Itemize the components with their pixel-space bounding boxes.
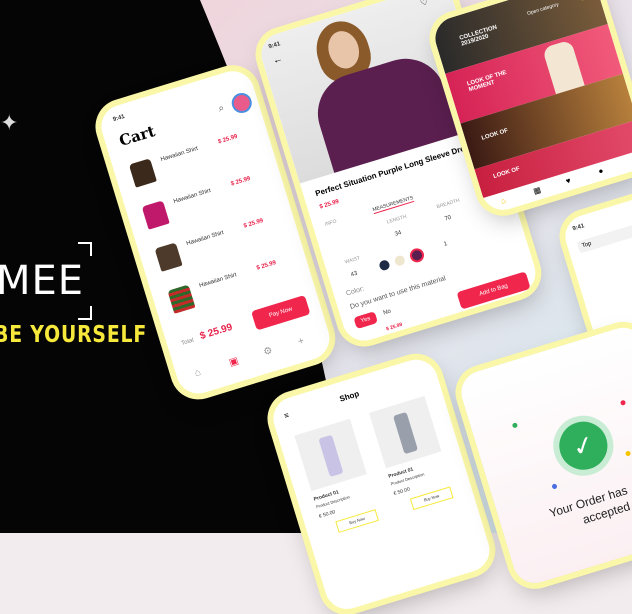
product-price: € 50.00 bbox=[392, 486, 411, 498]
user-icon[interactable]: ● bbox=[597, 166, 604, 176]
page-title: Cart bbox=[116, 122, 158, 150]
total-label: Total bbox=[180, 337, 195, 347]
product-price: $ 25.99 bbox=[318, 198, 340, 211]
page-title: Shop bbox=[338, 389, 361, 404]
bottle-image bbox=[294, 418, 367, 492]
color-swatch-cream[interactable] bbox=[393, 254, 407, 267]
grid-icon[interactable]: ▦ bbox=[532, 185, 542, 196]
heart-icon[interactable]: ♥ bbox=[565, 176, 572, 186]
material-question: Do you want to use this material bbox=[349, 275, 447, 311]
pay-now-button[interactable]: Pay Now bbox=[251, 295, 311, 331]
check-icon: ✓ bbox=[545, 408, 621, 484]
shirt-image bbox=[128, 158, 157, 188]
look-title: LOOK OF bbox=[480, 127, 509, 142]
total-price: $ 25.99 bbox=[198, 321, 234, 343]
menu-icon[interactable]: ≡ bbox=[283, 411, 290, 421]
shirt-image bbox=[141, 200, 170, 230]
look-title: LOOK OF THE MOMENT bbox=[466, 69, 508, 94]
measure-length-value: 34 bbox=[394, 230, 403, 238]
open-category-label[interactable]: Open category bbox=[526, 2, 559, 17]
brand-bracket-top bbox=[78, 242, 92, 256]
product-price: € 50.00 bbox=[318, 509, 337, 520]
bag-icon[interactable]: ▣ bbox=[228, 355, 240, 368]
measure-breadth-value: 70 bbox=[443, 214, 453, 223]
confetti-dot bbox=[511, 422, 519, 429]
brand-name: MEE bbox=[0, 258, 85, 304]
avatar[interactable] bbox=[229, 90, 255, 116]
brand-bracket-bottom bbox=[78, 306, 92, 320]
confetti-dot bbox=[551, 483, 558, 490]
item-price: $ 25.99 bbox=[230, 175, 252, 188]
item-price: $ 25.99 bbox=[217, 133, 239, 146]
collection-title: COLLECTION 2019/2020 bbox=[458, 24, 498, 48]
model-figure bbox=[542, 39, 585, 95]
item-price: $ 25.99 bbox=[243, 218, 265, 230]
confetti-dot bbox=[619, 399, 627, 406]
sparkle-icon: ✦ bbox=[0, 110, 19, 135]
chevron-right-icon[interactable] bbox=[577, 0, 588, 2]
search-icon[interactable]: ⌕ bbox=[217, 103, 226, 115]
confetti-dot bbox=[624, 450, 632, 457]
buy-now-button[interactable]: Buy Now bbox=[335, 509, 379, 533]
item-price: $ 25.99 bbox=[256, 260, 277, 272]
brand-tagline: BE YOURSELF bbox=[0, 322, 148, 348]
settings-icon[interactable]: ⚙ bbox=[262, 345, 274, 358]
buy-now-button[interactable]: Buy Now bbox=[409, 486, 454, 511]
tab-measurements[interactable]: MEASUREMENTS bbox=[372, 195, 415, 215]
status-time: 9:41 bbox=[112, 113, 126, 124]
tab-info[interactable]: INFO bbox=[324, 219, 337, 228]
no-button[interactable]: No bbox=[383, 309, 392, 317]
yes-button[interactable]: Yes bbox=[353, 311, 378, 330]
item-name: Hawaiian Shirt bbox=[198, 272, 238, 290]
home-icon[interactable]: ⌂ bbox=[500, 196, 507, 206]
bottle-image bbox=[369, 395, 442, 469]
color-swatch-purple[interactable] bbox=[408, 246, 426, 265]
item-name: Hawaiian Shirt bbox=[160, 145, 199, 163]
status-time: 9:41 bbox=[571, 223, 586, 233]
waist-value: 43 bbox=[350, 270, 359, 279]
color-swatch-navy[interactable] bbox=[378, 259, 391, 272]
add-icon[interactable]: + bbox=[297, 335, 306, 347]
waist-header: WAIST bbox=[344, 255, 361, 266]
color-label: Color: bbox=[345, 285, 366, 298]
quantity-stepper[interactable]: 1 bbox=[443, 241, 448, 248]
home-icon[interactable]: ⌂ bbox=[193, 367, 202, 379]
measure-length-header: LENGTH bbox=[386, 213, 408, 226]
item-name: Hawaiian Shirt bbox=[172, 188, 212, 206]
measure-breadth-header: BREADTH bbox=[435, 197, 461, 211]
item-name: Hawaiian Shirt bbox=[185, 230, 225, 248]
look-title: LOOK OF bbox=[492, 166, 521, 180]
shirt-image bbox=[154, 242, 183, 272]
shirt-image bbox=[167, 284, 196, 314]
